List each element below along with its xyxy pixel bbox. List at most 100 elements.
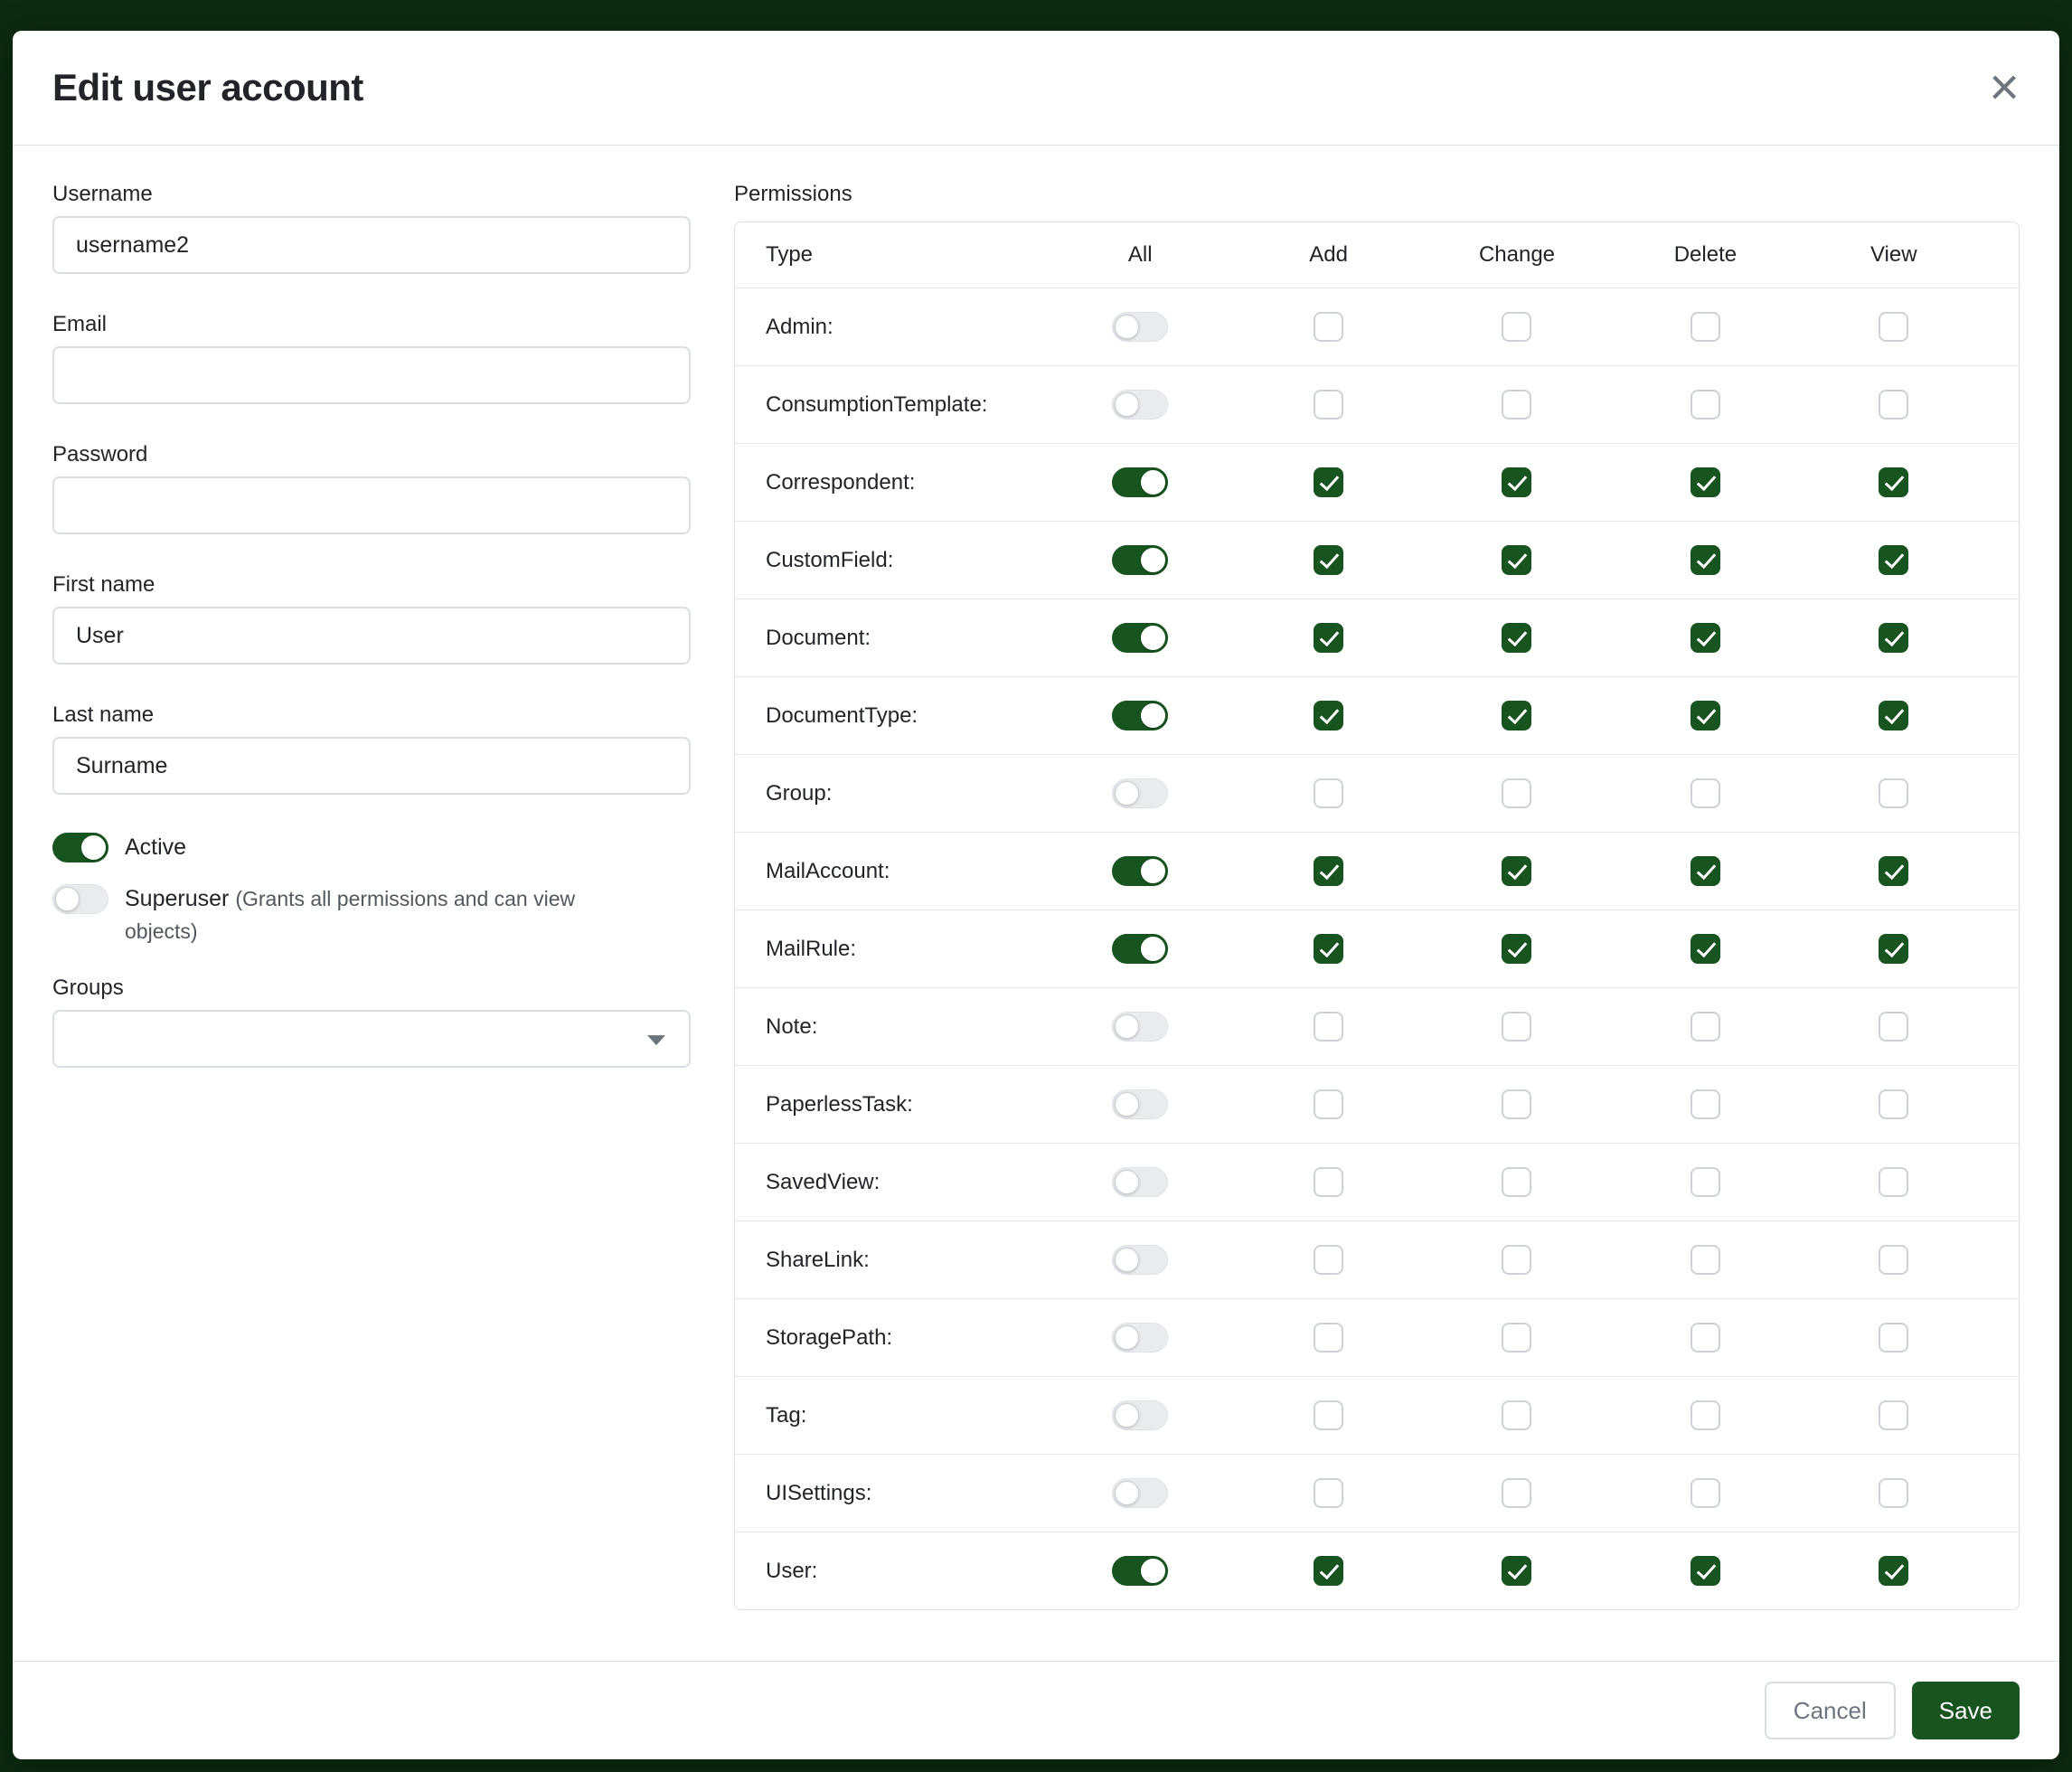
- add-checkbox[interactable]: [1314, 623, 1343, 653]
- change-checkbox[interactable]: [1502, 467, 1531, 497]
- all-toggle[interactable]: [1112, 1012, 1168, 1042]
- add-checkbox[interactable]: [1314, 701, 1343, 730]
- all-toggle[interactable]: [1112, 1478, 1168, 1508]
- add-checkbox[interactable]: [1314, 1478, 1343, 1508]
- change-checkbox[interactable]: [1502, 701, 1531, 730]
- change-checkbox[interactable]: [1502, 1323, 1531, 1353]
- all-toggle[interactable]: [1112, 1245, 1168, 1275]
- view-checkbox[interactable]: [1879, 623, 1908, 653]
- view-checkbox[interactable]: [1879, 934, 1908, 964]
- delete-checkbox[interactable]: [1691, 934, 1720, 964]
- password-input[interactable]: [52, 476, 691, 534]
- last-name-input[interactable]: [52, 737, 691, 795]
- superuser-toggle[interactable]: [52, 884, 108, 914]
- change-checkbox[interactable]: [1502, 312, 1531, 342]
- all-toggle[interactable]: [1112, 1089, 1168, 1119]
- groups-select[interactable]: [52, 1010, 691, 1068]
- first-name-input[interactable]: [52, 607, 691, 664]
- permission-type-label: User:: [766, 1559, 1046, 1584]
- add-checkbox[interactable]: [1314, 1400, 1343, 1430]
- add-checkbox[interactable]: [1314, 1556, 1343, 1586]
- all-toggle[interactable]: [1112, 701, 1168, 730]
- delete-checkbox[interactable]: [1691, 623, 1720, 653]
- all-toggle[interactable]: [1112, 1167, 1168, 1197]
- add-checkbox[interactable]: [1314, 312, 1343, 342]
- view-checkbox[interactable]: [1879, 1556, 1908, 1586]
- all-toggle[interactable]: [1112, 467, 1168, 497]
- delete-checkbox[interactable]: [1691, 1400, 1720, 1430]
- all-toggle[interactable]: [1112, 545, 1168, 575]
- view-checkbox[interactable]: [1879, 778, 1908, 808]
- view-checkbox[interactable]: [1879, 856, 1908, 886]
- change-checkbox[interactable]: [1502, 778, 1531, 808]
- add-checkbox[interactable]: [1314, 1323, 1343, 1353]
- all-toggle[interactable]: [1112, 1556, 1168, 1586]
- view-checkbox[interactable]: [1879, 1245, 1908, 1275]
- view-checkbox[interactable]: [1879, 545, 1908, 575]
- delete-checkbox[interactable]: [1691, 778, 1720, 808]
- all-toggle[interactable]: [1112, 623, 1168, 653]
- add-checkbox[interactable]: [1314, 856, 1343, 886]
- email-input[interactable]: [52, 346, 691, 404]
- add-checkbox[interactable]: [1314, 545, 1343, 575]
- change-checkbox[interactable]: [1502, 1167, 1531, 1197]
- view-checkbox[interactable]: [1879, 312, 1908, 342]
- all-toggle[interactable]: [1112, 1323, 1168, 1353]
- view-checkbox[interactable]: [1879, 1400, 1908, 1430]
- delete-checkbox[interactable]: [1691, 701, 1720, 730]
- view-checkbox[interactable]: [1879, 467, 1908, 497]
- view-checkbox[interactable]: [1879, 390, 1908, 419]
- delete-checkbox[interactable]: [1691, 1478, 1720, 1508]
- all-toggle[interactable]: [1112, 390, 1168, 419]
- toggle-knob: [1115, 1248, 1139, 1272]
- change-checkbox[interactable]: [1502, 1012, 1531, 1042]
- view-checkbox[interactable]: [1879, 1478, 1908, 1508]
- delete-checkbox[interactable]: [1691, 545, 1720, 575]
- cancel-button[interactable]: Cancel: [1765, 1682, 1896, 1739]
- delete-checkbox[interactable]: [1691, 467, 1720, 497]
- change-checkbox[interactable]: [1502, 1245, 1531, 1275]
- change-checkbox[interactable]: [1502, 856, 1531, 886]
- add-checkbox[interactable]: [1314, 1245, 1343, 1275]
- delete-checkbox[interactable]: [1691, 1089, 1720, 1119]
- add-checkbox[interactable]: [1314, 1089, 1343, 1119]
- change-checkbox[interactable]: [1502, 1478, 1531, 1508]
- change-checkbox[interactable]: [1502, 545, 1531, 575]
- view-checkbox[interactable]: [1879, 1323, 1908, 1353]
- view-checkbox[interactable]: [1879, 1089, 1908, 1119]
- change-checkbox[interactable]: [1502, 1400, 1531, 1430]
- delete-checkbox[interactable]: [1691, 1323, 1720, 1353]
- all-toggle[interactable]: [1112, 856, 1168, 886]
- delete-checkbox[interactable]: [1691, 1245, 1720, 1275]
- add-checkbox[interactable]: [1314, 934, 1343, 964]
- col-header-delete: Delete: [1611, 242, 1799, 268]
- all-toggle[interactable]: [1112, 1400, 1168, 1430]
- view-checkbox[interactable]: [1879, 1012, 1908, 1042]
- delete-checkbox[interactable]: [1691, 1167, 1720, 1197]
- active-toggle[interactable]: [52, 833, 108, 862]
- delete-checkbox[interactable]: [1691, 856, 1720, 886]
- change-checkbox[interactable]: [1502, 1556, 1531, 1586]
- add-checkbox[interactable]: [1314, 467, 1343, 497]
- change-checkbox[interactable]: [1502, 934, 1531, 964]
- delete-checkbox[interactable]: [1691, 390, 1720, 419]
- all-toggle[interactable]: [1112, 778, 1168, 808]
- groups-label: Groups: [52, 976, 691, 1001]
- change-checkbox[interactable]: [1502, 623, 1531, 653]
- view-checkbox[interactable]: [1879, 1167, 1908, 1197]
- delete-checkbox[interactable]: [1691, 1556, 1720, 1586]
- add-checkbox[interactable]: [1314, 390, 1343, 419]
- all-toggle[interactable]: [1112, 934, 1168, 964]
- add-checkbox[interactable]: [1314, 778, 1343, 808]
- delete-checkbox[interactable]: [1691, 1012, 1720, 1042]
- username-input[interactable]: [52, 216, 691, 274]
- all-toggle[interactable]: [1112, 312, 1168, 342]
- add-checkbox[interactable]: [1314, 1012, 1343, 1042]
- view-checkbox[interactable]: [1879, 701, 1908, 730]
- add-checkbox[interactable]: [1314, 1167, 1343, 1197]
- change-checkbox[interactable]: [1502, 390, 1531, 419]
- save-button[interactable]: Save: [1912, 1682, 2020, 1739]
- close-icon[interactable]: ×: [1989, 61, 2020, 114]
- delete-checkbox[interactable]: [1691, 312, 1720, 342]
- change-checkbox[interactable]: [1502, 1089, 1531, 1119]
